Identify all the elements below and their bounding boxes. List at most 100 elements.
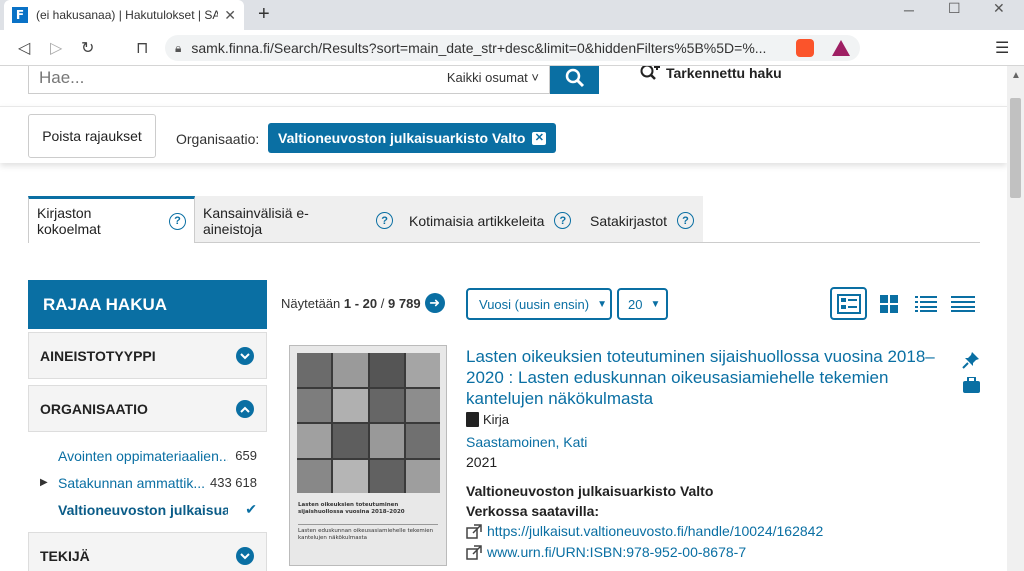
search-tabs: Kirjaston kokoelmat ? Kansainvälisiä e-a… [28,196,980,243]
address-bar[interactable]: 🔒︎ samk.finna.fi/Search/Results?sort=mai… [165,35,860,61]
book-icon [466,412,479,427]
bookmark-icon[interactable]: ⊓ [136,38,148,58]
result-range: 1 - 20 [343,295,378,311]
search-button[interactable] [550,66,599,94]
condensed-view-button[interactable] [944,287,981,320]
limit-select[interactable]: 20 ▼ [617,288,668,320]
record-title-link[interactable]: Lasten oikeuksien toteutuminen sijaishuo… [466,346,936,409]
cover-subtitle: Lasten eduskunnan oikeusasiamiehelle tek… [298,528,434,541]
help-icon[interactable]: ? [677,212,695,229]
scroll-up-icon[interactable]: ▲ [1011,70,1021,81]
facet-aineistotyyppi[interactable]: AINEISTOTYYPPI [28,332,267,379]
scroll-thumb[interactable] [1010,98,1021,198]
facet-item-avointen[interactable]: Avointen oppimateriaalien... 659 [28,442,267,469]
record-year: 2021 [466,454,498,470]
online-available-label: Verkossa saatavilla: [466,503,600,519]
sort-select[interactable]: Vuosi (uusin ensin) ▼ [466,288,612,320]
finna-favicon-icon: F [12,7,28,23]
caret-down-icon: ▼ [597,298,607,310]
forward-icon[interactable]: ▷ [50,38,62,58]
showing-prefix: Näytetään [281,295,341,311]
book-cover-image[interactable]: Lasten oikeuksien toteutuminen sijaishuo… [289,345,447,566]
search-type-label: Kaikki osumat [446,70,528,85]
organisation-filter-chip[interactable]: Valtioneuvoston julkaisuarkisto Valto ✕ [268,123,557,153]
active-filters-bar: Poista rajaukset Organisaatio: Valtioneu… [0,106,1007,163]
tab-kansainvalisia-e-aineistoja[interactable]: Kansainvälisiä e-aineistoja ? [195,196,401,242]
caret-down-icon: ▼ [650,298,661,310]
facet-item-count: 659 [235,448,257,463]
tab-label: Kotimaisia artikkeleita [409,212,545,229]
help-icon[interactable]: ? [554,212,572,229]
external-link-icon [466,544,482,560]
remove-filter-icon[interactable]: ✕ [532,131,547,145]
back-icon[interactable]: ◁ [18,38,30,58]
chevron-down-icon[interactable] [236,547,254,565]
chevron-down-icon: ˅ [531,70,539,85]
facet-organisaatio[interactable]: ORGANISAATIO [28,385,267,432]
search-type-select[interactable]: Kaikki osumat ˅ [447,70,539,85]
tab-satakirjastot[interactable]: Satakirjastot ? [582,196,703,242]
tab-kotimaisia-artikkeleita[interactable]: Kotimaisia artikkeleita ? [401,196,582,242]
organisation-filter-value: Valtioneuvoston julkaisuarkisto Valto [278,130,526,146]
result-separator: / [380,295,385,311]
browser-tab-title: (ei hakusanaa) | Hakutulokset | SA [36,8,219,22]
facet-label: AINEISTOTYYPPI [40,347,156,364]
next-page-icon[interactable]: ➜ [424,293,445,313]
advanced-search-link[interactable]: Tarkennettu haku [640,66,782,82]
facet-item-count: 433 618 [210,475,257,490]
online-link-text: www.urn.fi/URN:ISBN:978-952-00-8678-7 [487,544,747,560]
facet-item-valtioneuvoston[interactable]: Valtioneuvoston julkaisua... ✔ [28,496,267,523]
external-link-icon [466,523,482,539]
brave-rewards-icon[interactable] [832,40,850,56]
search-input[interactable]: Hae... Kaikki osumat ˅ [28,66,550,94]
briefcase-icon[interactable] [963,376,980,398]
search-icon [565,68,584,88]
maximize-icon[interactable]: ☐ [948,0,961,17]
cover-photo-collage [297,353,440,493]
page-scrollbar[interactable]: ▲ [1007,66,1024,571]
facet-sidebar: RAJAA HAKUA AINEISTOTYYPPI ORGANISAATIO … [28,280,267,571]
sidebar-title: RAJAA HAKUA [28,280,267,329]
online-link-2[interactable]: www.urn.fi/URN:ISBN:978-952-00-8678-7 [466,544,746,560]
browser-tab[interactable]: F (ei hakusanaa) | Hakutulokset | SA ✕ [4,0,244,30]
page-content: Hae... Kaikki osumat ˅ Tarkennettu haku … [0,66,1007,571]
facet-tekija[interactable]: TEKIJÄ [28,532,267,571]
pin-icon[interactable] [962,351,980,374]
compact-view-button[interactable] [907,287,944,320]
reload-icon[interactable]: ↻ [81,38,94,58]
record-author-link[interactable]: Saastamoinen, Kati [466,434,587,450]
browser-tab-bar: F (ei hakusanaa) | Hakutulokset | SA ✕ +… [0,0,1024,30]
help-icon[interactable]: ? [169,212,186,230]
grid-view-icon [879,294,898,313]
online-link-1[interactable]: https://julkaisut.valtioneuvosto.fi/hand… [466,523,823,539]
compact-list-icon [914,295,937,312]
chevron-up-icon[interactable] [236,400,254,418]
new-tab-icon[interactable]: + [258,3,270,26]
remove-filters-button[interactable]: Poista rajaukset [28,114,156,158]
facet-item-satakunnan[interactable]: ▶ Satakunnan ammattik... 433 618 [28,469,267,496]
list-view-button[interactable] [830,287,867,320]
lock-icon: 🔒︎ [175,40,182,55]
minimize-icon[interactable]: ─ [904,2,914,18]
close-tab-icon[interactable]: ✕ [224,7,236,24]
limit-value: 20 [628,296,643,312]
record-organisation: Valtioneuvoston julkaisuarkisto Valto [466,483,714,499]
record-format-label: Kirja [483,412,510,427]
chevron-down-icon[interactable] [236,347,254,365]
brave-shield-icon[interactable] [796,39,814,57]
results-summary: Näytetään 1 - 20 / 9 789 ➜ [281,293,445,313]
caret-right-icon[interactable]: ▶ [40,477,48,488]
facet-label: TEKIJÄ [40,547,90,564]
browser-menu-icon[interactable]: ☰ [995,38,1009,58]
cover-divider [298,524,438,525]
facet-item-label: Satakunnan ammattik... [58,474,206,491]
result-total: 9 789 [388,295,421,311]
tab-kirjaston-kokoelmat[interactable]: Kirjaston kokoelmat ? [28,196,195,243]
grid-view-button[interactable] [870,287,907,320]
organisation-facet-list: Avointen oppimateriaalien... 659 ▶ Satak… [28,432,267,529]
help-icon[interactable]: ? [376,212,393,229]
condensed-list-icon [950,295,975,312]
checkmark-icon: ✔ [245,501,257,517]
record-format: Kirja [466,412,509,427]
close-window-icon[interactable]: ✕ [993,0,1005,17]
